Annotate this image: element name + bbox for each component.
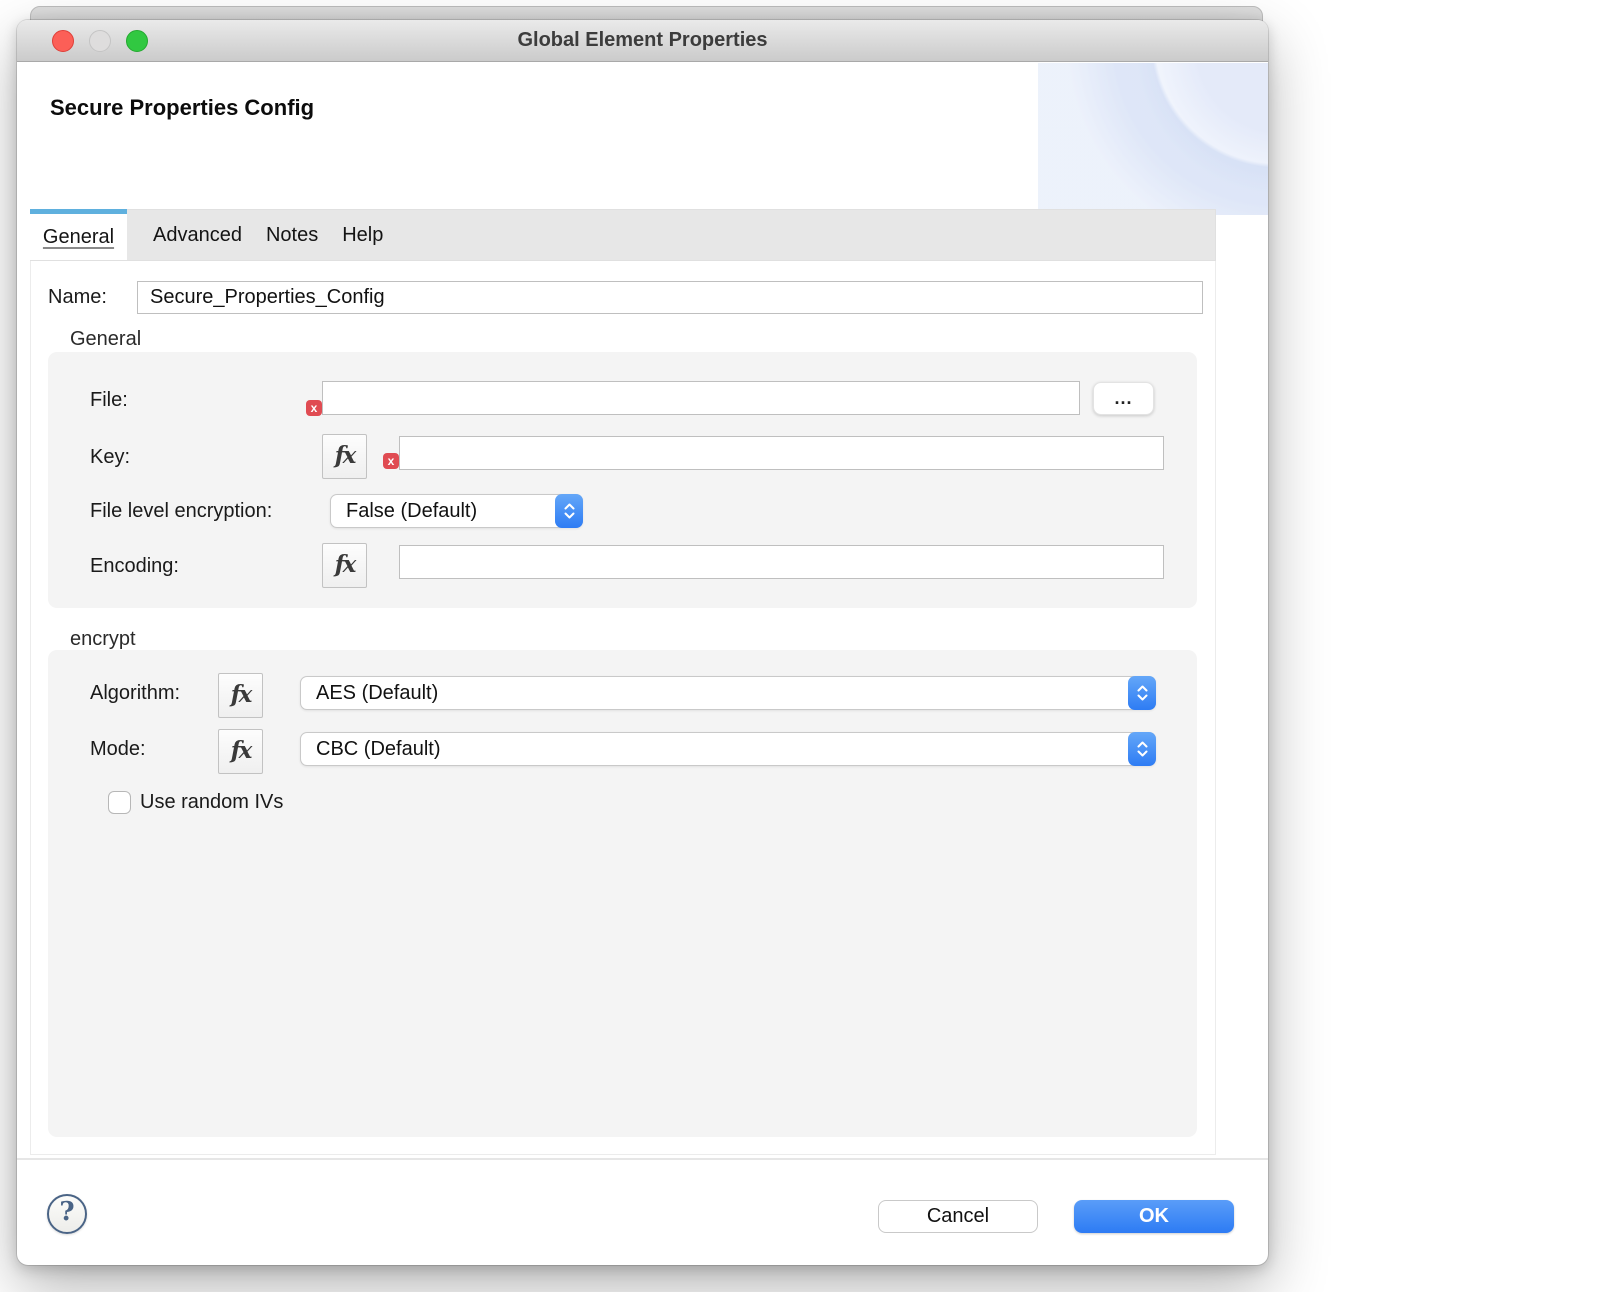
tab-help[interactable]: Help [330, 210, 395, 260]
tab-general[interactable]: General [30, 209, 127, 260]
fx-icon: fx [231, 737, 251, 764]
name-label: Name: [48, 280, 107, 314]
footer-divider [17, 1158, 1268, 1160]
algorithm-select[interactable]: AES (Default) [300, 676, 1156, 710]
mode-label: Mode: [90, 732, 146, 766]
fx-icon: fx [231, 681, 251, 708]
encrypt-groupbox: Algorithm: fx AES (Default) Mode: fx CBC… [48, 650, 1197, 1137]
mode-select[interactable]: CBC (Default) [300, 732, 1156, 766]
fx-icon: fx [335, 551, 355, 578]
traffic-lights [52, 20, 148, 62]
global-element-properties-dialog: Global Element Properties Secure Propert… [17, 20, 1268, 1265]
page-title: Secure Properties Config [50, 95, 314, 121]
key-expression-button[interactable]: fx [322, 434, 367, 479]
help-button[interactable]: ? [47, 1194, 87, 1234]
file-error-glyph: x [311, 402, 318, 414]
general-groupbox: File: x ... Key: fx x File level encrypt… [48, 352, 1197, 608]
tab-notes[interactable]: Notes [254, 210, 330, 260]
close-button[interactable] [52, 30, 74, 52]
tab-advanced[interactable]: Advanced [141, 210, 254, 260]
chevron-updown-icon [1128, 732, 1156, 766]
key-input[interactable] [399, 436, 1164, 470]
use-random-ivs-checkbox[interactable] [108, 791, 131, 814]
tab-notes-label: Notes [266, 224, 318, 247]
header-decoration [1038, 63, 1268, 215]
encoding-input[interactable] [399, 545, 1164, 579]
file-error-icon: x [306, 400, 322, 416]
dialog-header: Secure Properties Config [17, 63, 1268, 215]
ok-button[interactable]: OK [1074, 1200, 1234, 1233]
tab-help-label: Help [342, 224, 383, 247]
mode-expression-button[interactable]: fx [218, 729, 263, 774]
use-random-ivs-label: Use random IVs [140, 785, 283, 819]
file-label: File: [90, 383, 128, 417]
file-browse-button[interactable]: ... [1093, 382, 1154, 415]
key-error-glyph: x [388, 455, 395, 467]
tab-advanced-label: Advanced [153, 224, 242, 247]
algorithm-value: AES (Default) [301, 682, 438, 705]
key-error-icon: x [383, 453, 399, 469]
minimize-button[interactable] [89, 30, 111, 52]
key-label: Key: [90, 440, 130, 474]
tab-general-label: General [43, 226, 114, 249]
file-level-encryption-value: False (Default) [331, 500, 477, 523]
cancel-label: Cancel [927, 1205, 989, 1228]
file-browse-label: ... [1114, 388, 1132, 409]
encoding-expression-button[interactable]: fx [322, 543, 367, 588]
zoom-button[interactable] [126, 30, 148, 52]
algorithm-label: Algorithm: [90, 676, 180, 710]
tab-bar: General Advanced Notes Help [30, 209, 1216, 261]
file-level-encryption-label: File level encryption: [90, 494, 272, 528]
file-input[interactable] [322, 381, 1080, 415]
fx-icon: fx [335, 442, 355, 469]
window-title: Global Element Properties [517, 29, 767, 52]
help-icon: ? [59, 1197, 74, 1227]
mode-value: CBC (Default) [301, 738, 440, 761]
file-level-encryption-select[interactable]: False (Default) [330, 494, 583, 528]
encoding-label: Encoding: [90, 549, 179, 583]
chevron-updown-icon [555, 494, 583, 528]
cancel-button[interactable]: Cancel [878, 1200, 1038, 1233]
encrypt-group-title: encrypt [70, 628, 136, 651]
name-input[interactable] [137, 281, 1203, 314]
ok-label: OK [1139, 1205, 1169, 1228]
title-bar[interactable]: Global Element Properties [17, 20, 1268, 62]
screen: Global Element Properties Secure Propert… [0, 0, 1618, 1292]
chevron-updown-icon [1128, 676, 1156, 710]
algorithm-expression-button[interactable]: fx [218, 673, 263, 718]
general-group-title: General [70, 328, 141, 351]
